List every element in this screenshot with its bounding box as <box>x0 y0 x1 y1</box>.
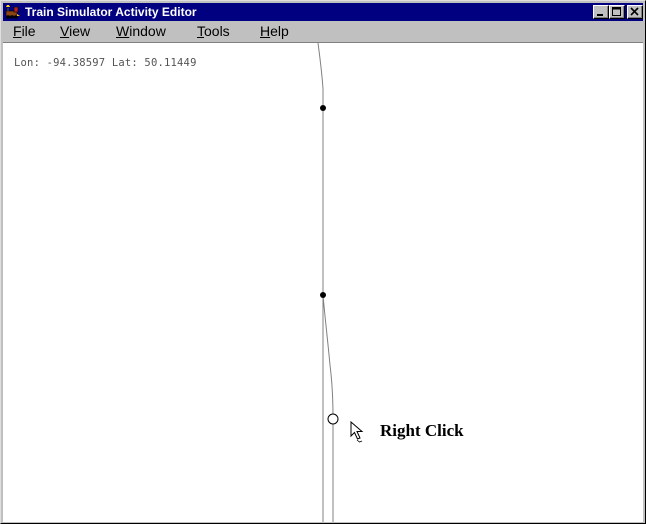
mouse-pointer-icon <box>350 421 364 443</box>
menu-view[interactable]: View <box>60 23 90 39</box>
selected-track-node[interactable] <box>327 413 339 425</box>
right-click-label: Right Click <box>380 421 464 440</box>
menu-tools[interactable]: Tools <box>197 23 230 39</box>
app-window: Train Simulator Activity Editor File Vie… <box>0 0 646 524</box>
menu-help[interactable]: Help <box>260 23 289 39</box>
track-map[interactable] <box>3 43 643 522</box>
menu-bar: File View Window Tools Help <box>3 21 643 41</box>
track-line-main[interactable] <box>317 43 324 522</box>
minimize-button[interactable] <box>593 5 609 19</box>
maximize-button[interactable] <box>609 5 625 19</box>
title-bar[interactable]: Train Simulator Activity Editor <box>3 3 643 21</box>
track-node[interactable] <box>320 292 326 298</box>
track-node[interactable] <box>320 105 326 111</box>
menu-window[interactable]: Window <box>116 23 166 39</box>
minimize-icon <box>597 14 603 16</box>
menu-file[interactable]: File <box>13 23 36 39</box>
locomotive-icon <box>5 5 20 19</box>
maximize-icon <box>612 7 621 16</box>
close-button[interactable] <box>627 5 643 19</box>
close-icon <box>630 7 639 16</box>
map-canvas[interactable]: Lon: -94.38597 Lat: 50.11449 Right Click <box>3 42 643 522</box>
track-line-siding[interactable] <box>322 294 334 522</box>
window-title: Train Simulator Activity Editor <box>25 5 197 19</box>
